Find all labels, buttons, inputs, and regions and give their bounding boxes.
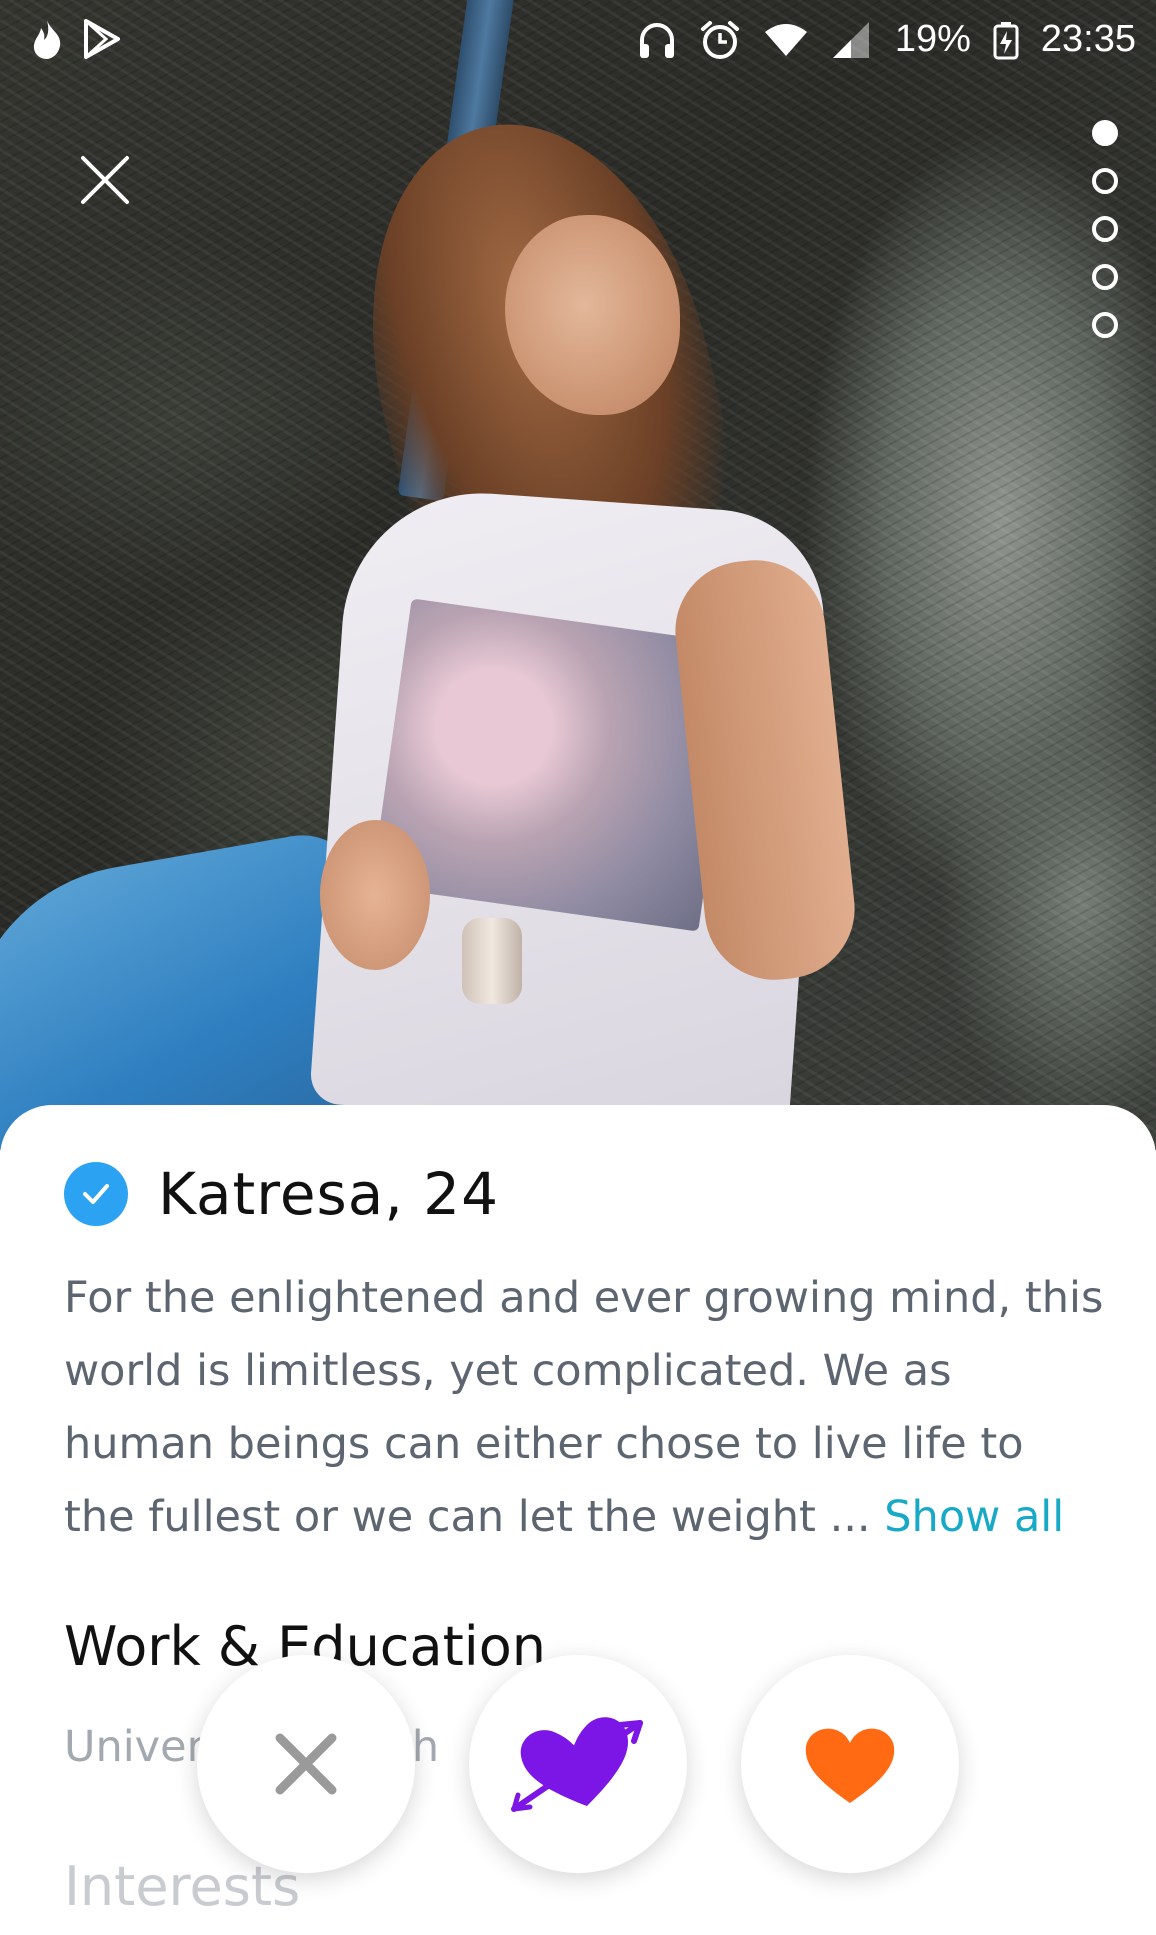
page-dot-1[interactable] (1092, 120, 1118, 146)
page-dot-3[interactable] (1092, 216, 1118, 242)
status-bar-right: 19% 23:35 (637, 18, 1136, 61)
signal-icon (832, 21, 869, 58)
page-dot-5[interactable] (1092, 312, 1118, 338)
wifi-icon (764, 23, 807, 56)
photo-hands (320, 820, 430, 970)
page-dot-4[interactable] (1092, 264, 1118, 290)
profile-bio: For the enlightened and ever growing min… (64, 1262, 1104, 1554)
heart-icon (805, 1728, 895, 1803)
status-bar: 19% 23:35 (0, 0, 1156, 80)
alarm-icon (700, 20, 739, 59)
like-button[interactable] (741, 1655, 959, 1873)
close-icon (275, 1733, 337, 1795)
close-button[interactable] (75, 150, 135, 210)
headphones-icon (639, 22, 674, 58)
flame-icon (33, 20, 61, 59)
photo-watch (462, 918, 522, 1004)
name-row: Katresa, 24 (64, 1160, 499, 1228)
profile-photo[interactable] (0, 0, 1156, 1150)
page-dot-2[interactable] (1092, 168, 1118, 194)
profile-name-age: Katresa, 24 (158, 1160, 499, 1228)
battery-percent: 19% (894, 18, 971, 60)
status-bar-left (30, 18, 122, 60)
charging-icon (993, 21, 1019, 59)
pass-button[interactable] (197, 1655, 415, 1873)
work-education-value: Univer (64, 1722, 205, 1772)
heart-arrow-icon (511, 1717, 643, 1812)
play-store-icon (84, 19, 120, 59)
verified-check-icon (64, 1162, 128, 1226)
clock-time: 23:35 (1040, 18, 1136, 60)
photo-page-indicator (1092, 120, 1118, 338)
show-all-link[interactable]: Show all (884, 1492, 1064, 1542)
super-like-button[interactable] (469, 1655, 687, 1873)
close-icon (81, 156, 129, 204)
